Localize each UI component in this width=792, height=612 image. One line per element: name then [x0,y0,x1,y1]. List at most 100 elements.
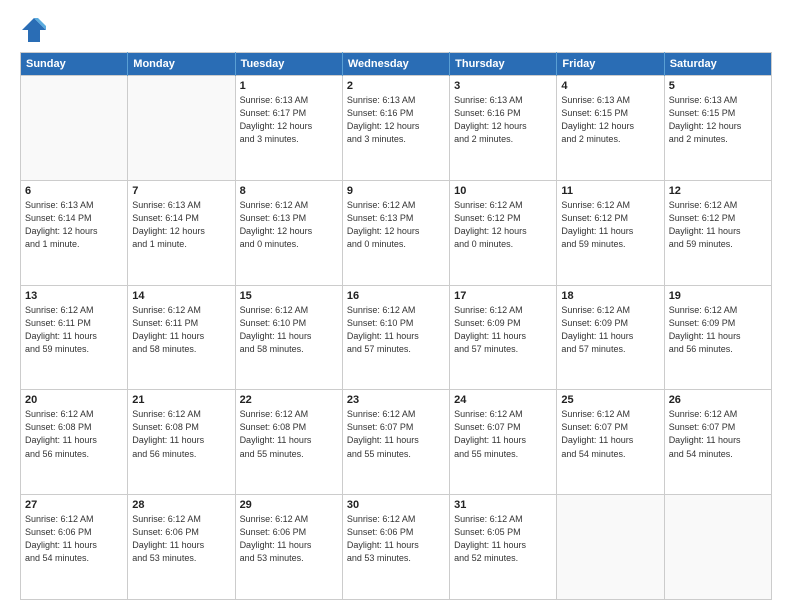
calendar-cell: 9Sunrise: 6:12 AM Sunset: 6:13 PM Daylig… [342,180,449,285]
day-number: 25 [561,394,659,406]
day-number: 23 [347,394,445,406]
day-info: Sunrise: 6:12 AM Sunset: 6:09 PM Dayligh… [669,304,767,356]
day-info: Sunrise: 6:12 AM Sunset: 6:11 PM Dayligh… [132,304,230,356]
day-info: Sunrise: 6:12 AM Sunset: 6:11 PM Dayligh… [25,304,123,356]
calendar-cell: 26 Sunrise: 6:12 AM Sunset: 6:07 PM Dayli… [664,390,771,495]
weekday-header: Monday [128,53,235,76]
calendar-week-row: 20 Sunrise: 6:12 AM Sunset: 6:08 PM Dayli… [21,390,772,495]
day-info: Sunrise: 6:12 AM Sunset: 6:10 PM Dayligh… [240,304,338,356]
calendar-cell: 1 Sunrise: 6:13 AM Sunset: 6:17 PM Daylig… [235,76,342,181]
day-number: 31 [454,499,552,511]
weekday-header: Friday [557,53,664,76]
calendar-cell: 15 Sunrise: 6:12 AM Sunset: 6:10 PM Dayli… [235,285,342,390]
day-info: Sunrise: 6:12 AM Sunset: 6:09 PM Dayligh… [454,304,552,356]
day-info: Sunrise: 6:13 AM Sunset: 6:14 PM Dayligh… [25,199,123,251]
day-info: Sunrise: 6:12 AM Sunset: 6:12 PM Dayligh… [454,199,552,251]
calendar-cell: 25 Sunrise: 6:12 AM Sunset: 6:07 PM Dayli… [557,390,664,495]
calendar-table: SundayMondayTuesdayWednesdayThursdayFrid… [20,52,772,600]
calendar-cell [557,495,664,600]
calendar-cell: 28Sunrise: 6:12 AM Sunset: 6:06 PM Dayli… [128,495,235,600]
calendar-cell: 23 Sunrise: 6:12 AM Sunset: 6:07 PM Dayli… [342,390,449,495]
day-info: Sunrise: 6:13 AM Sunset: 6:16 PM Dayligh… [454,94,552,146]
day-info: Sunrise: 6:12 AM Sunset: 6:08 PM Dayligh… [240,408,338,460]
day-number: 27 [25,499,123,511]
calendar-cell: 3 Sunrise: 6:13 AM Sunset: 6:16 PM Daylig… [450,76,557,181]
day-number: 30 [347,499,445,511]
day-number: 24 [454,394,552,406]
day-info: Sunrise: 6:12 AM Sunset: 6:07 PM Dayligh… [347,408,445,460]
day-number: 26 [669,394,767,406]
calendar-cell [128,76,235,181]
day-number: 2 [347,80,445,92]
calendar-week-row: 27 Sunrise: 6:12 AM Sunset: 6:06 PM Dayli… [21,495,772,600]
calendar-cell: 7 Sunrise: 6:13 AM Sunset: 6:14 PM Daylig… [128,180,235,285]
calendar-cell: 30 Sunrise: 6:12 AM Sunset: 6:06 PM Dayli… [342,495,449,600]
calendar-cell: 11 Sunrise: 6:12 AM Sunset: 6:12 PM Dayli… [557,180,664,285]
calendar-cell: 31Sunrise: 6:12 AM Sunset: 6:05 PM Dayli… [450,495,557,600]
calendar-cell: 6 Sunrise: 6:13 AM Sunset: 6:14 PM Daylig… [21,180,128,285]
calendar-cell: 8Sunrise: 6:12 AM Sunset: 6:13 PM Daylig… [235,180,342,285]
day-number: 12 [669,185,767,197]
day-info: Sunrise: 6:12 AM Sunset: 6:06 PM Dayligh… [240,513,338,565]
day-info: Sunrise: 6:12 AM Sunset: 6:13 PM Dayligh… [240,199,338,251]
calendar-cell: 27Sunrise: 6:12 AM Sunset: 6:06 PM Dayli… [21,495,128,600]
page: SundayMondayTuesdayWednesdayThursdayFrid… [0,0,792,612]
day-info: Sunrise: 6:12 AM Sunset: 6:08 PM Dayligh… [132,408,230,460]
header [20,16,772,44]
day-info: Sunrise: 6:12 AM Sunset: 6:12 PM Dayligh… [561,199,659,251]
day-number: 7 [132,185,230,197]
weekday-header: Tuesday [235,53,342,76]
day-number: 19 [669,290,767,302]
calendar-cell: 10 Sunrise: 6:12 AM Sunset: 6:12 PM Dayli… [450,180,557,285]
calendar-cell: 5Sunrise: 6:13 AM Sunset: 6:15 PM Daylig… [664,76,771,181]
calendar-cell: 20 Sunrise: 6:12 AM Sunset: 6:08 PM Dayli… [21,390,128,495]
calendar-cell [664,495,771,600]
day-info: Sunrise: 6:13 AM Sunset: 6:16 PM Dayligh… [347,94,445,146]
day-number: 11 [561,185,659,197]
day-info: Sunrise: 6:12 AM Sunset: 6:07 PM Dayligh… [454,408,552,460]
day-info: Sunrise: 6:12 AM Sunset: 6:07 PM Dayligh… [669,408,767,460]
day-number: 6 [25,185,123,197]
weekday-header: Thursday [450,53,557,76]
weekday-header-row: SundayMondayTuesdayWednesdayThursdayFrid… [21,53,772,76]
calendar-cell: 18 Sunrise: 6:12 AM Sunset: 6:09 PM Dayli… [557,285,664,390]
calendar-cell: 4 Sunrise: 6:13 AM Sunset: 6:15 PM Daylig… [557,76,664,181]
weekday-header: Sunday [21,53,128,76]
calendar-cell: 29 Sunrise: 6:12 AM Sunset: 6:06 PM Dayli… [235,495,342,600]
calendar-cell: 21 Sunrise: 6:12 AM Sunset: 6:08 PM Dayli… [128,390,235,495]
day-info: Sunrise: 6:13 AM Sunset: 6:17 PM Dayligh… [240,94,338,146]
calendar-cell: 24 Sunrise: 6:12 AM Sunset: 6:07 PM Dayli… [450,390,557,495]
calendar-week-row: 1 Sunrise: 6:13 AM Sunset: 6:17 PM Daylig… [21,76,772,181]
calendar-cell: 13Sunrise: 6:12 AM Sunset: 6:11 PM Dayli… [21,285,128,390]
day-number: 10 [454,185,552,197]
day-info: Sunrise: 6:12 AM Sunset: 6:06 PM Dayligh… [132,513,230,565]
calendar-cell: 12Sunrise: 6:12 AM Sunset: 6:12 PM Dayli… [664,180,771,285]
day-number: 29 [240,499,338,511]
day-info: Sunrise: 6:12 AM Sunset: 6:09 PM Dayligh… [561,304,659,356]
day-info: Sunrise: 6:12 AM Sunset: 6:06 PM Dayligh… [347,513,445,565]
logo [20,16,52,44]
day-number: 22 [240,394,338,406]
day-number: 1 [240,80,338,92]
day-number: 4 [561,80,659,92]
day-info: Sunrise: 6:12 AM Sunset: 6:08 PM Dayligh… [25,408,123,460]
day-number: 16 [347,290,445,302]
calendar-cell: 2 Sunrise: 6:13 AM Sunset: 6:16 PM Daylig… [342,76,449,181]
day-number: 20 [25,394,123,406]
day-info: Sunrise: 6:13 AM Sunset: 6:14 PM Dayligh… [132,199,230,251]
day-info: Sunrise: 6:13 AM Sunset: 6:15 PM Dayligh… [561,94,659,146]
day-number: 18 [561,290,659,302]
calendar-cell: 17Sunrise: 6:12 AM Sunset: 6:09 PM Dayli… [450,285,557,390]
calendar-week-row: 6 Sunrise: 6:13 AM Sunset: 6:14 PM Daylig… [21,180,772,285]
day-number: 3 [454,80,552,92]
day-number: 5 [669,80,767,92]
calendar-week-row: 13Sunrise: 6:12 AM Sunset: 6:11 PM Dayli… [21,285,772,390]
day-info: Sunrise: 6:12 AM Sunset: 6:07 PM Dayligh… [561,408,659,460]
weekday-header: Saturday [664,53,771,76]
calendar-cell: 19 Sunrise: 6:12 AM Sunset: 6:09 PM Dayli… [664,285,771,390]
calendar-cell: 22 Sunrise: 6:12 AM Sunset: 6:08 PM Dayli… [235,390,342,495]
calendar-cell: 14Sunrise: 6:12 AM Sunset: 6:11 PM Dayli… [128,285,235,390]
day-number: 15 [240,290,338,302]
day-number: 21 [132,394,230,406]
day-info: Sunrise: 6:12 AM Sunset: 6:10 PM Dayligh… [347,304,445,356]
